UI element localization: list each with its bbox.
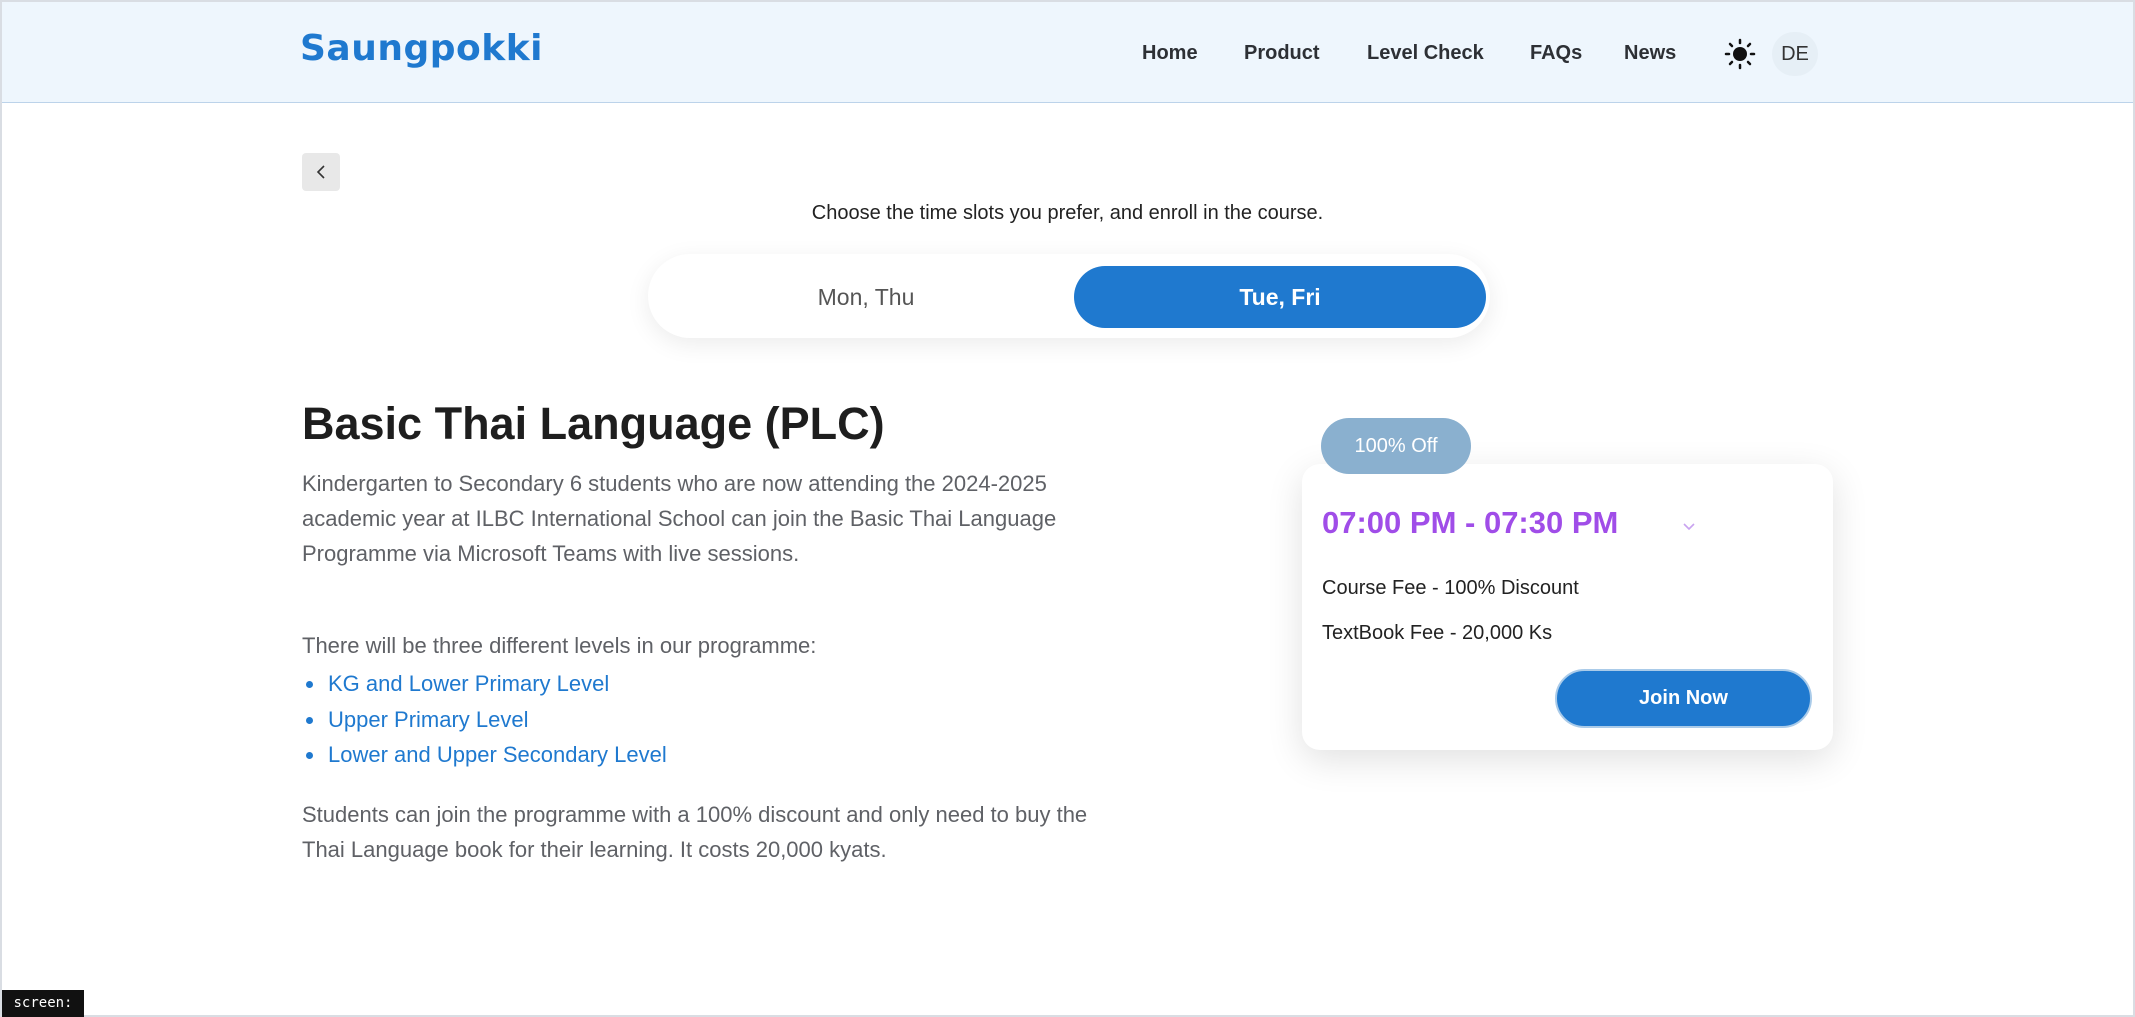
nav-news[interactable]: News — [1624, 42, 1676, 65]
textbook-fee: TextBook Fee - 20,000 Ks — [1322, 622, 1553, 644]
course-closing-note: Students can join the programme with a 1… — [302, 802, 1088, 862]
language-switcher[interactable]: DE — [1772, 32, 1818, 76]
day-option-tue-fri[interactable]: Tue, Fri — [1074, 266, 1486, 328]
chevron-left-icon — [316, 165, 325, 179]
sun-icon[interactable] — [1724, 38, 1756, 70]
brand-logo[interactable]: Saungpokki — [300, 28, 543, 69]
level-item: KG and Lower Primary Level — [302, 666, 667, 702]
chevron-down-icon[interactable] — [1680, 517, 1698, 535]
level-item: Upper Primary Level — [302, 702, 667, 738]
course-title: Basic Thai Language (PLC) — [302, 398, 885, 449]
nav-home[interactable]: Home — [1142, 42, 1198, 65]
page: Saungpokki Home Product Level Check FAQs… — [0, 0, 2135, 1017]
nav-product[interactable]: Product — [1244, 42, 1320, 65]
levels-list: KG and Lower Primary Level Upper Primary… — [302, 666, 667, 773]
top-navbar: Saungpokki Home Product Level Check FAQs… — [2, 2, 2133, 103]
nav-level-check[interactable]: Level Check — [1367, 42, 1484, 65]
course-description: Kindergarten to Secondary 6 students who… — [302, 471, 1057, 566]
discount-badge: 100% Off — [1321, 418, 1471, 474]
back-button[interactable] — [302, 153, 340, 191]
day-option-mon-thu[interactable]: Mon, Thu — [660, 266, 1072, 328]
course-fee: Course Fee - 100% Discount — [1322, 577, 1579, 599]
enroll-instruction: Choose the time slots you prefer, and en… — [811, 202, 1324, 224]
join-now-button[interactable]: Join Now — [1555, 669, 1812, 728]
day-selector: Mon, Thu Tue, Fri — [648, 254, 1490, 338]
level-item: Lower and Upper Secondary Level — [302, 737, 667, 773]
nav-faqs[interactable]: FAQs — [1530, 42, 1582, 65]
levels-intro: There will be three different levels in … — [302, 633, 817, 658]
time-slot[interactable]: 07:00 PM - 07:30 PM — [1322, 505, 1618, 541]
screen-size-tag: screen: 2xl — [2, 990, 84, 1017]
